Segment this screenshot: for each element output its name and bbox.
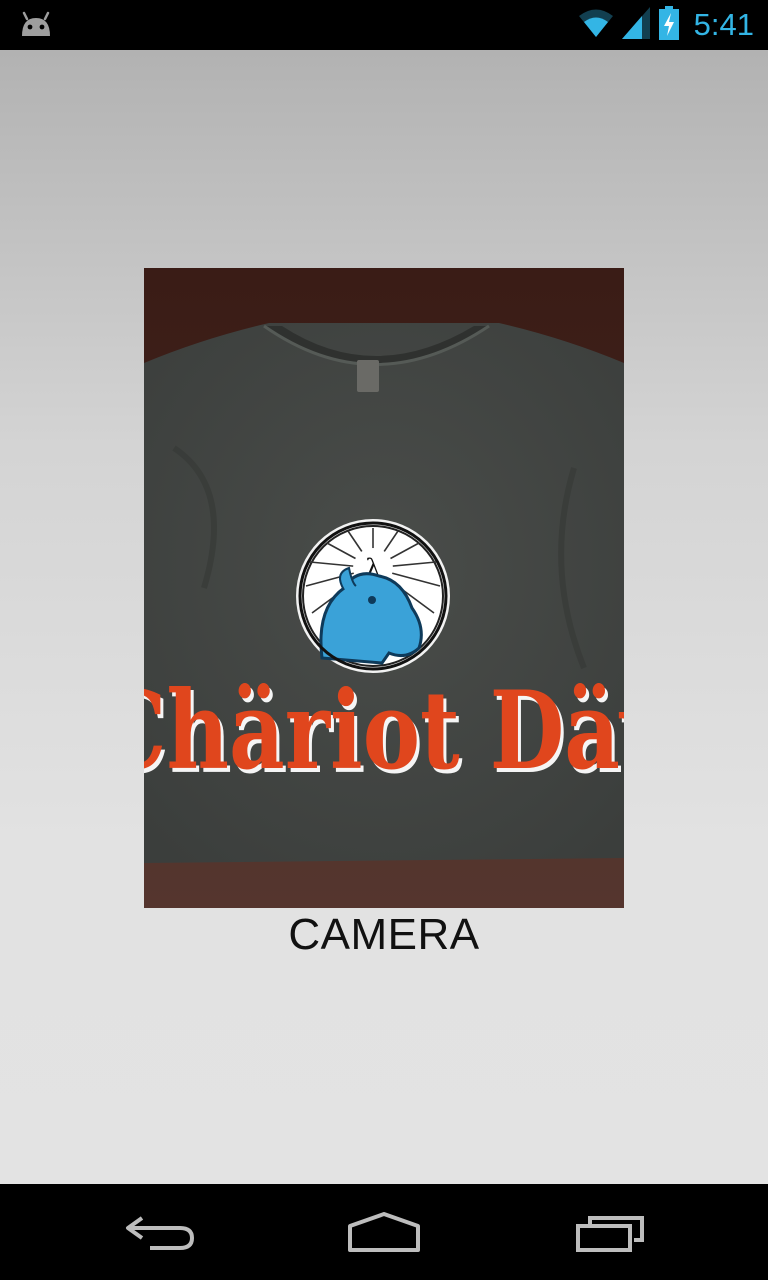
android-debug-icon: [18, 10, 54, 38]
status-clock: 5:41: [693, 7, 754, 42]
battery-charging-icon: [658, 5, 680, 45]
recent-apps-icon[interactable]: [570, 1210, 650, 1254]
home-icon[interactable]: [344, 1210, 424, 1254]
camera-caption: CAMERA: [288, 910, 480, 959]
status-bar: 5:41: [0, 0, 768, 50]
captured-photo[interactable]: λ Chäriot Däy Chäriot Däy: [144, 268, 624, 908]
back-icon[interactable]: [120, 1210, 200, 1254]
navigation-bar: [0, 1184, 768, 1280]
main-content: λ Chäriot Däy Chäriot Däy CAMERA: [0, 50, 768, 1184]
cell-signal-icon: [621, 6, 650, 44]
wifi-icon: [578, 8, 614, 43]
logo-text: Chäriot Däy: [144, 668, 624, 794]
